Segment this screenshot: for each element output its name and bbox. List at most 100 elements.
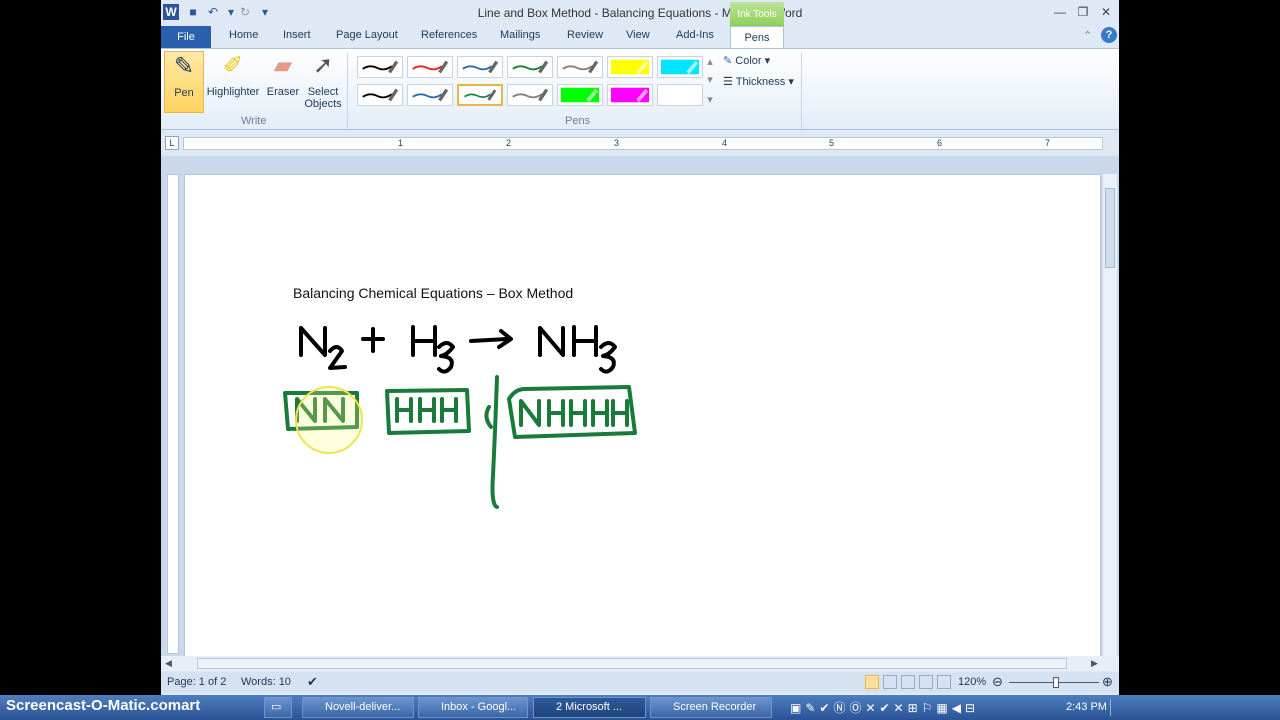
zoom-level[interactable]: 120% bbox=[958, 676, 986, 688]
eraser-label: Eraser bbox=[266, 86, 300, 98]
tab-page-layout[interactable]: Page Layout bbox=[336, 29, 398, 41]
taskbar-divider bbox=[1110, 699, 1122, 716]
pen-swatch[interactable] bbox=[657, 56, 703, 78]
tab-file[interactable]: File bbox=[161, 26, 211, 48]
thickness-label: Thickness bbox=[735, 76, 786, 88]
zoom-slider-thumb[interactable] bbox=[1053, 677, 1059, 688]
pen-swatch[interactable] bbox=[407, 56, 453, 78]
help-icon[interactable]: ? bbox=[1101, 27, 1117, 43]
hscroll-thumb[interactable] bbox=[197, 658, 1067, 669]
word-window: W ■ ↶ ▾ ↻ ▾ Line and Box Method - Balanc… bbox=[161, 0, 1119, 695]
taskbar-item-inbox[interactable]: Inbox - Googl... bbox=[418, 697, 528, 718]
select-objects-button[interactable]: ➚ Select Objects bbox=[303, 51, 343, 113]
ruler-number: 4 bbox=[722, 138, 728, 148]
tab-selector-icon[interactable]: L bbox=[165, 136, 179, 150]
taskbar-item-screen-recorder[interactable]: Screen Recorder bbox=[650, 697, 772, 718]
screencast-watermark: Screencast-O-Matic.comart bbox=[6, 697, 200, 714]
cursor-icon: ➚ bbox=[312, 52, 334, 79]
gallery-scroll-down-icon[interactable]: ▾ bbox=[705, 73, 715, 86]
clock[interactable]: 2:43 PM bbox=[1066, 701, 1107, 713]
pen-swatch[interactable] bbox=[607, 56, 653, 78]
tab-insert[interactable]: Insert bbox=[283, 29, 311, 41]
color-button[interactable]: ✎ Color ▾ bbox=[723, 54, 783, 67]
watermark-text: Screencast-O-Matic.com bbox=[6, 697, 182, 714]
tab-mailings[interactable]: Mailings bbox=[500, 29, 540, 41]
scroll-thumb[interactable] bbox=[1105, 188, 1115, 268]
highlighter-label: Highlighter bbox=[206, 86, 260, 98]
zoom-in-icon[interactable]: ⊕ bbox=[1102, 674, 1113, 690]
pen-label: Pen bbox=[174, 87, 194, 99]
highlighter-icon: ✐ bbox=[222, 52, 244, 79]
tab-add-ins[interactable]: Add-Ins bbox=[676, 29, 714, 41]
minimize-icon[interactable]: — bbox=[1049, 4, 1071, 20]
word-count[interactable]: Words: 10 bbox=[241, 676, 291, 688]
color-label: Color bbox=[735, 55, 762, 67]
pen-swatch[interactable] bbox=[607, 84, 653, 106]
pen-swatch[interactable] bbox=[357, 56, 403, 78]
scroll-right-icon[interactable]: ▶ bbox=[1091, 658, 1098, 669]
tab-references[interactable]: References bbox=[421, 29, 477, 41]
ruler-number: 3 bbox=[614, 138, 620, 148]
print-layout-view-icon[interactable] bbox=[865, 675, 879, 689]
close-icon[interactable]: ✕ bbox=[1095, 4, 1117, 20]
write-group-label: Write bbox=[241, 115, 267, 127]
web-layout-view-icon[interactable] bbox=[901, 675, 915, 689]
system-tray-icons[interactable]: ▣✎✔ⓃⓄ✕✔✕⊞⚐▦◀⊟ bbox=[790, 699, 1020, 716]
tab-home[interactable]: Home bbox=[229, 29, 258, 41]
restore-icon[interactable]: ❐ bbox=[1072, 4, 1094, 20]
pen-swatch[interactable] bbox=[407, 84, 453, 106]
pen-swatch[interactable] bbox=[457, 84, 503, 106]
group-divider bbox=[347, 53, 348, 129]
show-desktop-icon[interactable]: ▭ bbox=[264, 697, 292, 718]
pen-icon: ✎ bbox=[173, 53, 195, 80]
pen-swatch-empty[interactable] bbox=[657, 84, 703, 106]
window-title: Line and Box Method - Balancing Equation… bbox=[477, 6, 803, 20]
ink-drawing bbox=[283, 325, 637, 509]
pens-group-label: Pens bbox=[565, 115, 591, 127]
taskbar-item-novell[interactable]: Novell-deliver... bbox=[302, 697, 414, 718]
ruler-bar: 1 2 3 4 5 6 7 bbox=[183, 137, 1103, 150]
ruler-number: 7 bbox=[1045, 138, 1051, 148]
taskbar-item-microsoft-word[interactable]: 2 Microsoft ... bbox=[533, 697, 646, 718]
proofing-icon[interactable]: ✔ bbox=[307, 674, 318, 690]
draft-view-icon[interactable] bbox=[937, 675, 951, 689]
tab-pens[interactable]: Pens bbox=[730, 26, 784, 49]
ink-equation bbox=[299, 325, 617, 374]
document-page[interactable]: Balancing Chemical Equations – Box Metho… bbox=[184, 174, 1101, 664]
pen-button[interactable]: ✎ Pen bbox=[164, 51, 204, 113]
ruler-number: 6 bbox=[937, 138, 943, 148]
eraser-icon: ▰ bbox=[273, 52, 293, 79]
pen-swatch[interactable] bbox=[557, 84, 603, 106]
start-label: art bbox=[181, 697, 201, 714]
ink-tools-context-tab: Ink Tools bbox=[730, 2, 784, 26]
pen-swatch[interactable] bbox=[507, 56, 553, 78]
full-screen-view-icon[interactable] bbox=[883, 675, 897, 689]
pen-swatch[interactable] bbox=[507, 84, 553, 106]
pen-swatch[interactable] bbox=[457, 56, 503, 78]
pen-swatch[interactable] bbox=[557, 56, 603, 78]
cursor-highlight bbox=[295, 386, 363, 454]
thickness-button[interactable]: ☰ Thickness ▾ bbox=[723, 75, 803, 88]
highlighter-button[interactable]: ✐ Highlighter bbox=[205, 51, 261, 113]
group-divider bbox=[801, 53, 802, 129]
select-objects-label: Select Objects bbox=[304, 86, 342, 110]
minimize-ribbon-icon[interactable]: ⌃ bbox=[1083, 29, 1092, 42]
outline-view-icon[interactable] bbox=[919, 675, 933, 689]
eraser-button[interactable]: ▰ Eraser bbox=[263, 51, 303, 113]
tab-view[interactable]: View bbox=[626, 29, 650, 41]
ruler-number: 2 bbox=[506, 138, 512, 148]
gallery-scroll-up-icon[interactable]: ▴ bbox=[705, 55, 715, 68]
zoom-out-icon[interactable]: ⊖ bbox=[992, 674, 1003, 690]
scroll-left-icon[interactable]: ◀ bbox=[165, 658, 172, 669]
thickness-icon: ☰ bbox=[723, 76, 733, 88]
vertical-ruler bbox=[167, 174, 179, 654]
horizontal-ruler: L 1 2 3 4 5 6 7 bbox=[161, 132, 1119, 154]
pen-swatch[interactable] bbox=[357, 84, 403, 106]
tab-review[interactable]: Review bbox=[567, 29, 603, 41]
ribbon-tabs: File Home Insert Page Layout References … bbox=[161, 26, 1119, 49]
gallery-more-icon[interactable]: ▾ bbox=[705, 93, 715, 106]
horizontal-scrollbar[interactable]: ◀ ▶ bbox=[161, 656, 1119, 671]
vertical-scrollbar[interactable] bbox=[1103, 174, 1117, 656]
document-area: Balancing Chemical Equations – Box Metho… bbox=[161, 156, 1119, 664]
page-count[interactable]: Page: 1 of 2 bbox=[167, 676, 226, 688]
